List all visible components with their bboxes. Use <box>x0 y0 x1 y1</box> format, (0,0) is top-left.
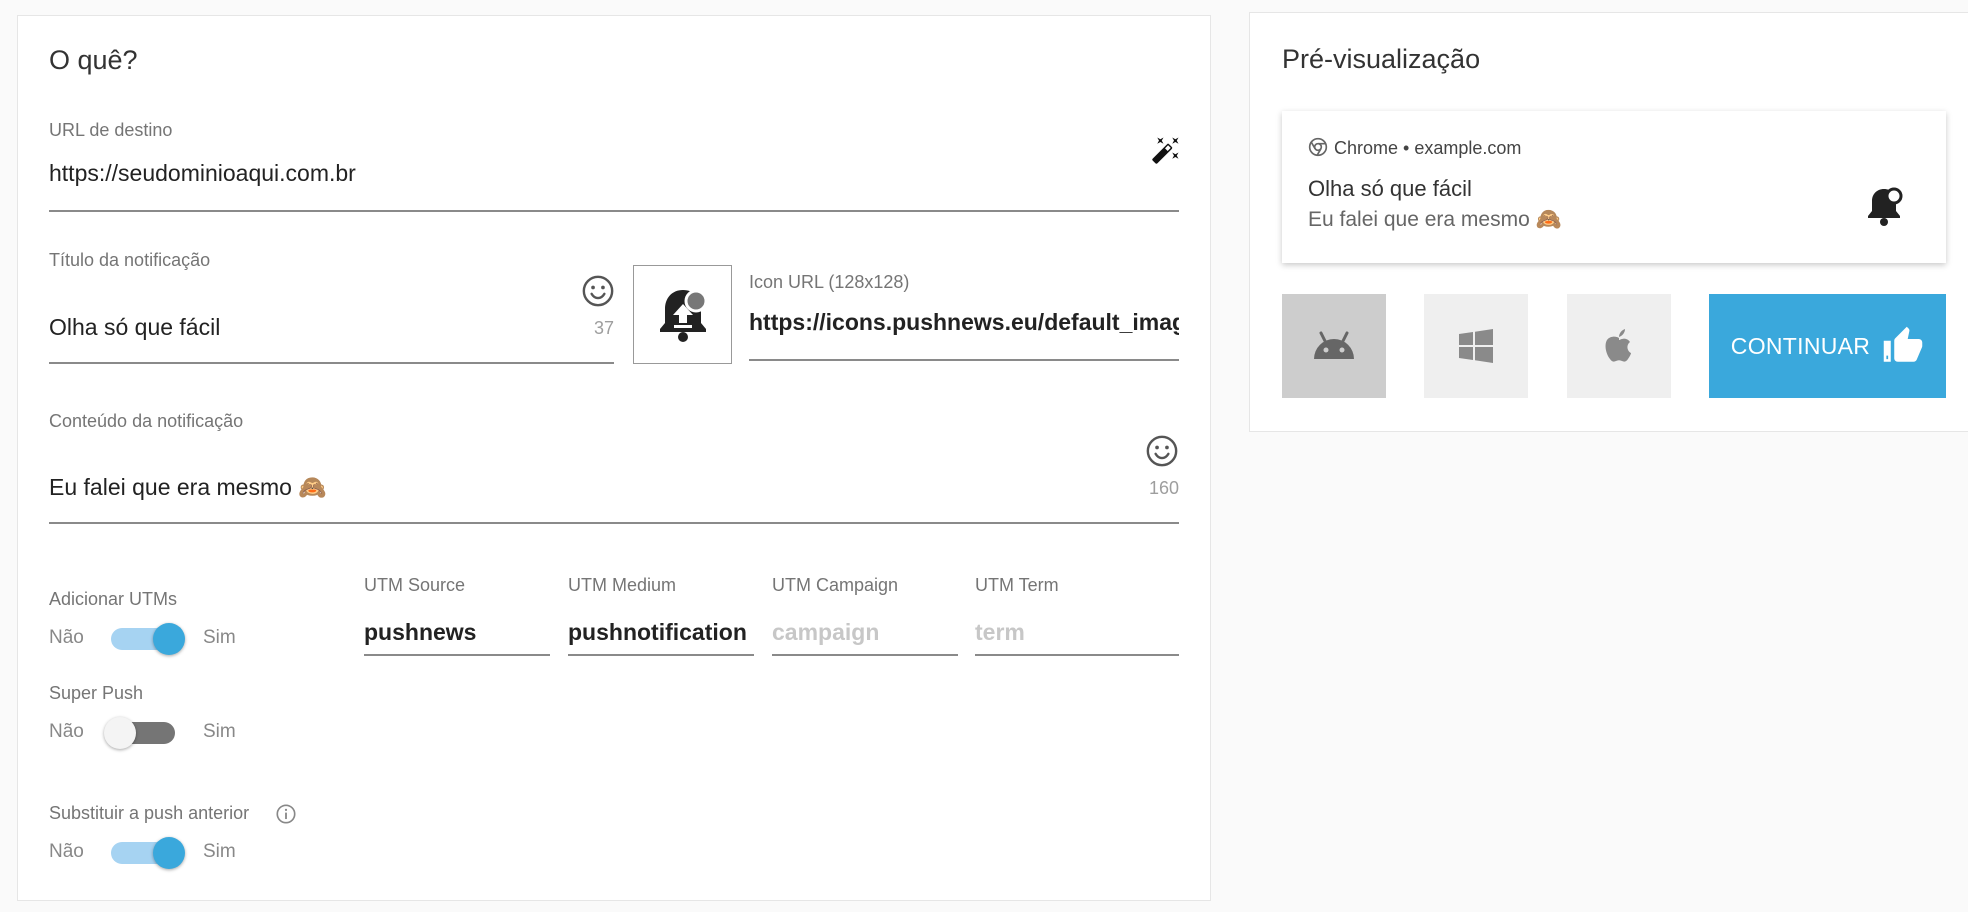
windows-icon <box>1459 329 1493 363</box>
emoji-picker-icon[interactable] <box>1145 434 1179 468</box>
utm-medium-input[interactable]: pushnotification <box>568 619 754 646</box>
utm-term-input[interactable]: term <box>975 619 1179 646</box>
apple-icon <box>1605 329 1631 362</box>
url-underline <box>49 210 1179 212</box>
continue-button[interactable]: CONTINUAR <box>1709 294 1946 398</box>
icon-url-input[interactable]: https://icons.pushnews.eu/default_images… <box>749 309 1179 336</box>
utm-medium-label: UTM Medium <box>568 575 677 595</box>
utm-toggle-on-text: Sim <box>203 627 236 648</box>
utm-toggle[interactable] <box>111 622 187 656</box>
url-label: URL de destino <box>49 120 173 140</box>
bell-upload-icon <box>659 289 707 342</box>
notification-preview-card: Chrome • example.com Olha só que fácil E… <box>1282 111 1946 263</box>
content-input[interactable]: Eu falei que era mesmo 🙈 <box>49 474 1089 501</box>
chrome-icon <box>1308 137 1328 157</box>
utm-toggle-off-text: Não <box>49 627 84 648</box>
content-char-counter: 160 <box>1148 478 1179 498</box>
utm-campaign-underline <box>772 654 958 656</box>
utm-source-input[interactable]: pushnews <box>364 619 550 646</box>
icon-url-underline <box>749 359 1179 361</box>
icon-upload-box[interactable] <box>633 265 732 364</box>
title-input[interactable]: Olha só que fácil <box>49 314 569 341</box>
preview-body: Eu falei que era mesmo 🙈 <box>1308 208 1562 231</box>
utm-term-label: UTM Term <box>975 575 1059 595</box>
utm-source-label: UTM Source <box>364 575 466 595</box>
icon-url-label: Icon URL (128x128) <box>749 272 910 292</box>
utm-toggle-label: Adicionar UTMs <box>49 589 178 609</box>
apple-preview-button[interactable] <box>1567 294 1671 398</box>
toggle-knob <box>104 717 136 749</box>
replace-toggle-on-text: Sim <box>203 841 236 862</box>
section-heading-preview: Pré-visualização <box>1282 44 1481 74</box>
content-label: Conteúdo da notificação <box>49 411 244 431</box>
replace-toggle-off-text: Não <box>49 841 84 862</box>
superpush-toggle[interactable] <box>104 716 180 750</box>
title-char-counter: 37 <box>593 318 614 338</box>
superpush-toggle-off-text: Não <box>49 721 84 742</box>
utm-campaign-input[interactable]: campaign <box>772 619 958 646</box>
utm-term-underline <box>975 654 1179 656</box>
superpush-toggle-label: Super Push <box>49 683 144 703</box>
title-underline <box>49 362 614 364</box>
emoji-picker-icon[interactable] <box>581 274 615 308</box>
magic-wand-icon[interactable] <box>1151 135 1181 165</box>
replace-toggle[interactable] <box>111 836 187 870</box>
replace-toggle-label: Substituir a push anterior <box>49 803 250 823</box>
android-icon <box>1314 331 1354 359</box>
preview-panel: Pré-visualização Chrome • example.com Ol… <box>1249 12 1968 432</box>
section-heading-what: O quê? <box>49 45 138 75</box>
what-panel: O quê? URL de destino https://seudominio… <box>17 15 1211 901</box>
bell-notification-icon <box>1868 187 1903 226</box>
android-preview-button[interactable] <box>1282 294 1386 398</box>
url-input[interactable]: https://seudominioaqui.com.br <box>49 160 1129 187</box>
superpush-toggle-on-text: Sim <box>203 721 236 742</box>
info-icon[interactable] <box>275 803 297 825</box>
utm-medium-underline <box>568 654 754 656</box>
toggle-knob <box>153 623 185 655</box>
preview-source: Chrome • example.com <box>1334 138 1522 158</box>
windows-preview-button[interactable] <box>1424 294 1528 398</box>
toggle-knob <box>153 837 185 869</box>
thumbs-up-icon <box>1883 326 1923 362</box>
content-underline <box>49 522 1179 524</box>
utm-campaign-label: UTM Campaign <box>772 575 899 595</box>
continue-button-label: CONTINUAR <box>1730 332 1871 359</box>
utm-source-underline <box>364 654 550 656</box>
title-label: Título da notificação <box>49 250 211 270</box>
preview-title: Olha só que fácil <box>1308 176 1472 201</box>
